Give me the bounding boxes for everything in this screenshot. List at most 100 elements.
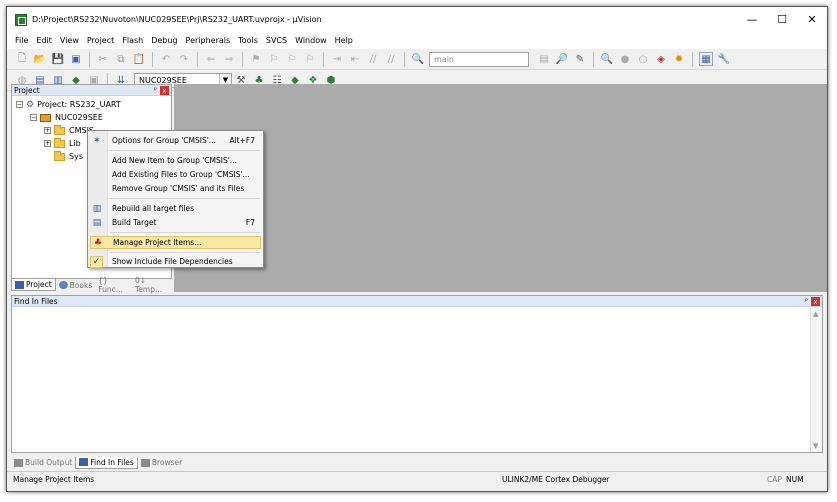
menu-peripherals[interactable]: Peripherals — [182, 36, 235, 45]
bookmark-icon[interactable]: ⚑ — [249, 52, 263, 66]
find-icon[interactable]: 🔎 — [555, 52, 569, 66]
save-icon[interactable]: 💾 — [51, 52, 65, 66]
menu-separator — [110, 232, 260, 233]
menu-view[interactable]: View — [56, 36, 83, 45]
close-window-button[interactable]: ✕ — [797, 7, 827, 32]
vertical-scrollbar[interactable]: ▲ ▼ — [810, 308, 822, 452]
kill-breakpoints-icon[interactable]: ◈ — [654, 52, 668, 66]
status-num: NUM — [786, 474, 804, 484]
menu-item-options-for-group[interactable]: ✶ Options for Group 'CMSIS'... Alt+F7 — [90, 134, 261, 147]
find-combo[interactable]: main — [429, 51, 529, 67]
expand-icon[interactable]: + — [44, 140, 51, 147]
tree-group-lib[interactable]: + Lib — [44, 137, 81, 150]
debug-session-icon[interactable]: 🔍 — [600, 52, 614, 66]
uvision-window: D:\Project\RS232\Nuvoton\NUC029SEE\Prj\R… — [6, 6, 828, 492]
dropdown-icon[interactable]: ▤ — [537, 52, 551, 66]
menu-item-rebuild-all[interactable]: ▥ Rebuild all target files — [90, 202, 261, 215]
tree-project-root[interactable]: − ⚙ Project: RS232_UART — [16, 98, 121, 111]
tab-find-in-files[interactable]: Find In Files — [75, 456, 138, 469]
navigate-forward-icon[interactable]: ⇒ — [222, 52, 236, 66]
menu-bar: File Edit View Project Flash Debug Perip… — [7, 32, 827, 49]
project-icon: ⚙ — [26, 99, 35, 110]
menu-edit[interactable]: Edit — [32, 36, 56, 45]
project-panel-tabs: Project Books {} Func... 0↓ Temp... — [11, 276, 172, 294]
tab-browser[interactable]: Browser — [138, 457, 185, 469]
tab-functions[interactable]: {} Func... — [95, 276, 132, 294]
maximize-button[interactable]: ☐ — [767, 7, 797, 32]
clear-bookmarks-icon[interactable]: ⚐ — [303, 52, 317, 66]
menu-project[interactable]: Project — [83, 36, 118, 45]
tab-label: Find In Files — [90, 457, 134, 467]
panel-close-button[interactable]: x — [160, 86, 169, 95]
status-bar: Manage Project Items ULINK2/ME Cortex De… — [7, 471, 827, 486]
tab-books[interactable]: Books — [56, 279, 96, 291]
menu-help[interactable]: Help — [331, 36, 357, 45]
collapse-icon[interactable]: − — [16, 101, 23, 108]
collapse-icon[interactable]: − — [30, 114, 37, 121]
target-icon — [40, 113, 51, 122]
tab-project[interactable]: Project — [11, 279, 56, 291]
configure-icon[interactable]: ✹ — [672, 52, 686, 66]
unindent-icon[interactable]: ⇤ — [348, 52, 362, 66]
menu-item-add-new-item[interactable]: Add New Item to Group 'CMSIS'... — [90, 154, 261, 167]
new-file-icon[interactable]: 🗋 — [15, 52, 29, 66]
breakpoint-icon[interactable]: ● — [618, 52, 632, 66]
window-layout-icon[interactable]: ▦ — [699, 52, 713, 66]
menu-svcs[interactable]: SVCS — [262, 36, 291, 45]
menu-flash[interactable]: Flash — [118, 36, 147, 45]
tree-target[interactable]: − NUC029SEE — [30, 111, 103, 124]
menu-item-label: Rebuild all target files — [112, 204, 194, 213]
menu-item-remove-group[interactable]: Remove Group 'CMSIS' and its Files — [90, 182, 261, 195]
panel-close-button[interactable]: x — [811, 297, 820, 306]
disable-breakpoint-icon[interactable]: ○ — [636, 52, 650, 66]
toolbar-separator — [323, 51, 324, 67]
menu-item-label: Manage Project Items... — [113, 238, 202, 247]
menu-item-add-existing-files[interactable]: Add Existing Files to Group 'CMSIS'... — [90, 168, 261, 181]
scroll-down-icon[interactable]: ▼ — [813, 442, 818, 450]
toolbar-separator — [89, 51, 90, 67]
tree-group-sys[interactable]: Sys — [54, 150, 83, 163]
redo-icon[interactable]: ↷ — [177, 52, 191, 66]
find-in-files-icon[interactable]: 🔍 — [411, 52, 425, 66]
pin-icon[interactable]: ᵖ — [154, 86, 157, 94]
pin-icon[interactable]: ᵖ — [805, 297, 808, 305]
incremental-find-icon[interactable]: ✎ — [573, 52, 587, 66]
menu-tools[interactable]: Tools — [234, 36, 262, 45]
cut-icon[interactable]: ✂ — [96, 52, 110, 66]
save-all-icon[interactable]: ▣ — [69, 52, 83, 66]
menu-item-show-include-deps[interactable]: ✓ Show Include File Dependencies — [90, 255, 261, 268]
menu-item-label: Build Target — [112, 218, 157, 227]
uncomment-icon[interactable]: // — [384, 52, 398, 66]
minimize-button[interactable]: — — [737, 7, 767, 32]
find-panel-header: Find In Files ᵖ x — [12, 296, 822, 307]
paste-icon[interactable]: 📋 — [132, 52, 146, 66]
menu-item-shortcut: Alt+F7 — [229, 136, 255, 145]
build-icon: ▤ — [92, 217, 102, 228]
menu-debug[interactable]: Debug — [147, 36, 181, 45]
comment-icon[interactable]: // — [366, 52, 380, 66]
toolbar-separator — [593, 51, 594, 67]
menu-item-manage-project-items[interactable]: ♣ Manage Project Items... — [90, 236, 261, 249]
menu-file[interactable]: File — [11, 36, 32, 45]
next-bookmark-icon[interactable]: ⚐ — [285, 52, 299, 66]
settings-wrench-icon[interactable]: 🔧 — [717, 52, 731, 66]
menu-item-build-target[interactable]: ▤ Build Target F7 — [90, 216, 261, 229]
scroll-up-icon[interactable]: ▲ — [813, 310, 818, 318]
navigate-back-icon[interactable]: ⇐ — [204, 52, 218, 66]
menu-window[interactable]: Window — [291, 36, 331, 45]
tab-build-output[interactable]: Build Output — [11, 457, 75, 469]
toolbar-separator — [152, 51, 153, 67]
undo-icon[interactable]: ↶ — [159, 52, 173, 66]
tab-label: Build Output — [25, 458, 73, 467]
copy-icon[interactable]: ⧉ — [114, 52, 128, 66]
open-file-icon[interactable]: 📂 — [33, 52, 47, 66]
tab-templates[interactable]: 0↓ Temp... — [132, 276, 172, 294]
checkmark-icon: ✓ — [90, 255, 103, 268]
expand-icon[interactable]: + — [44, 127, 51, 134]
title-bar: D:\Project\RS232\Nuvoton\NUC029SEE\Prj\R… — [7, 7, 827, 32]
uvision-app-icon — [15, 13, 27, 26]
tab-label: Books — [69, 280, 93, 290]
prev-bookmark-icon[interactable]: ⚐ — [267, 52, 281, 66]
indent-icon[interactable]: ⇥ — [330, 52, 344, 66]
menu-item-label: Add Existing Files to Group 'CMSIS'... — [112, 170, 250, 179]
